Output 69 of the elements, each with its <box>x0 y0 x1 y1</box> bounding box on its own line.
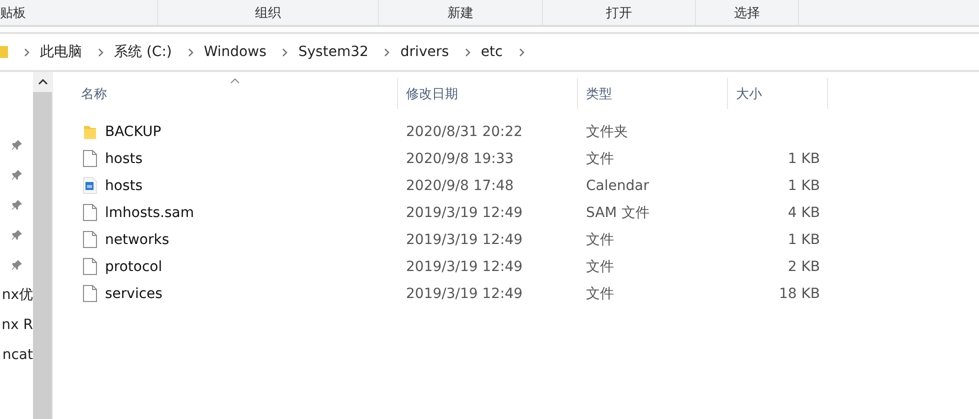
nav-item[interactable]: nx R <box>2 317 33 333</box>
chevron-right-icon <box>98 48 104 56</box>
document-icon <box>83 258 97 275</box>
type-cell-text: 文件 <box>585 150 615 168</box>
pin-icon[interactable] <box>10 139 22 151</box>
document-icon <box>83 231 97 248</box>
breadcrumb-item[interactable]: drivers <box>390 44 449 60</box>
date-cell-text: 2020/8/31 20:22 <box>405 124 524 140</box>
ribbon-group-label: 新建 <box>448 4 474 22</box>
date-cell-text: 2020/9/8 17:48 <box>405 178 515 194</box>
file-name[interactable]: hosts <box>105 178 143 194</box>
ribbon-group-label: 打开 <box>606 4 632 22</box>
size-cell-text: 1 KB <box>786 232 821 248</box>
pin-icon[interactable] <box>10 229 22 241</box>
type-cell-text: 文件 <box>585 258 615 276</box>
sort-caret-icon <box>230 78 240 84</box>
file-name[interactable]: protocol <box>105 258 162 274</box>
scrollbar[interactable] <box>33 72 53 419</box>
ribbon-group-label: 组织 <box>255 4 281 22</box>
breadcrumb-item[interactable]: Windows <box>194 44 266 60</box>
column-header[interactable]: 类型 <box>586 84 612 102</box>
ribbon-group-label: 选择 <box>734 4 760 22</box>
document-icon <box>83 204 97 221</box>
document-icon <box>83 285 97 302</box>
date-cell-text: 2020/9/8 19:33 <box>405 150 515 166</box>
chevron-right-icon <box>24 48 30 56</box>
ribbon-group-label: 贴板 <box>0 4 26 22</box>
file-name[interactable]: networks <box>105 232 170 248</box>
folder-icon <box>83 124 97 140</box>
date-cell-text: 2019/3/19 12:49 <box>405 286 524 302</box>
column-header[interactable]: 名称 <box>81 84 107 102</box>
date-cell-text: 2019/3/19 12:49 <box>405 258 524 274</box>
type-cell-text: SAM 文件 <box>585 204 650 222</box>
pin-icon[interactable] <box>10 199 22 211</box>
pin-icon[interactable] <box>10 169 22 181</box>
chevron-up-icon[interactable] <box>38 79 48 85</box>
date-cell-text: 2019/3/19 12:49 <box>405 232 524 248</box>
column-header[interactable]: 修改日期 <box>406 84 458 102</box>
breadcrumb-item[interactable]: System32 <box>288 44 368 60</box>
file-name[interactable]: lmhosts.sam <box>105 204 194 220</box>
type-cell-text: 文件夹 <box>585 122 629 140</box>
chevron-right-icon <box>384 48 390 56</box>
folder-icon <box>0 45 8 59</box>
column-header[interactable]: 大小 <box>736 84 762 102</box>
breadcrumb-item[interactable]: 系统 (C:) <box>104 43 172 61</box>
file-name[interactable]: services <box>105 286 162 302</box>
type-cell-text: 文件 <box>585 284 615 302</box>
chevron-right-icon <box>282 48 288 56</box>
address-bar[interactable]: 此电脑 系统 (C:) Windows System32 drivers etc <box>0 32 979 72</box>
size-cell-text: 1 KB <box>786 178 821 194</box>
size-cell-text: 1 KB <box>786 150 821 166</box>
nav-item[interactable]: ncat <box>2 347 33 363</box>
breadcrumb-item[interactable]: 此电脑 <box>30 43 82 61</box>
calendar-icon <box>83 177 97 194</box>
file-name[interactable]: BACKUP <box>105 124 162 140</box>
date-cell-text: 2019/3/19 12:49 <box>405 204 524 220</box>
chevron-right-icon <box>518 48 525 56</box>
size-cell-text: 18 KB <box>778 286 821 302</box>
type-cell-text: 文件 <box>585 230 615 248</box>
size-cell-text: 2 KB <box>786 258 821 274</box>
file-name[interactable]: hosts <box>105 150 143 166</box>
document-icon <box>83 150 97 167</box>
chevron-right-icon <box>188 48 194 56</box>
chevron-right-icon <box>464 48 471 56</box>
size-cell-text: 4 KB <box>786 204 821 220</box>
nav-item[interactable]: nx优 <box>2 286 33 304</box>
pin-icon[interactable] <box>10 259 22 271</box>
breadcrumb-item[interactable]: etc <box>470 44 503 60</box>
type-cell-text: Calendar <box>585 178 650 194</box>
